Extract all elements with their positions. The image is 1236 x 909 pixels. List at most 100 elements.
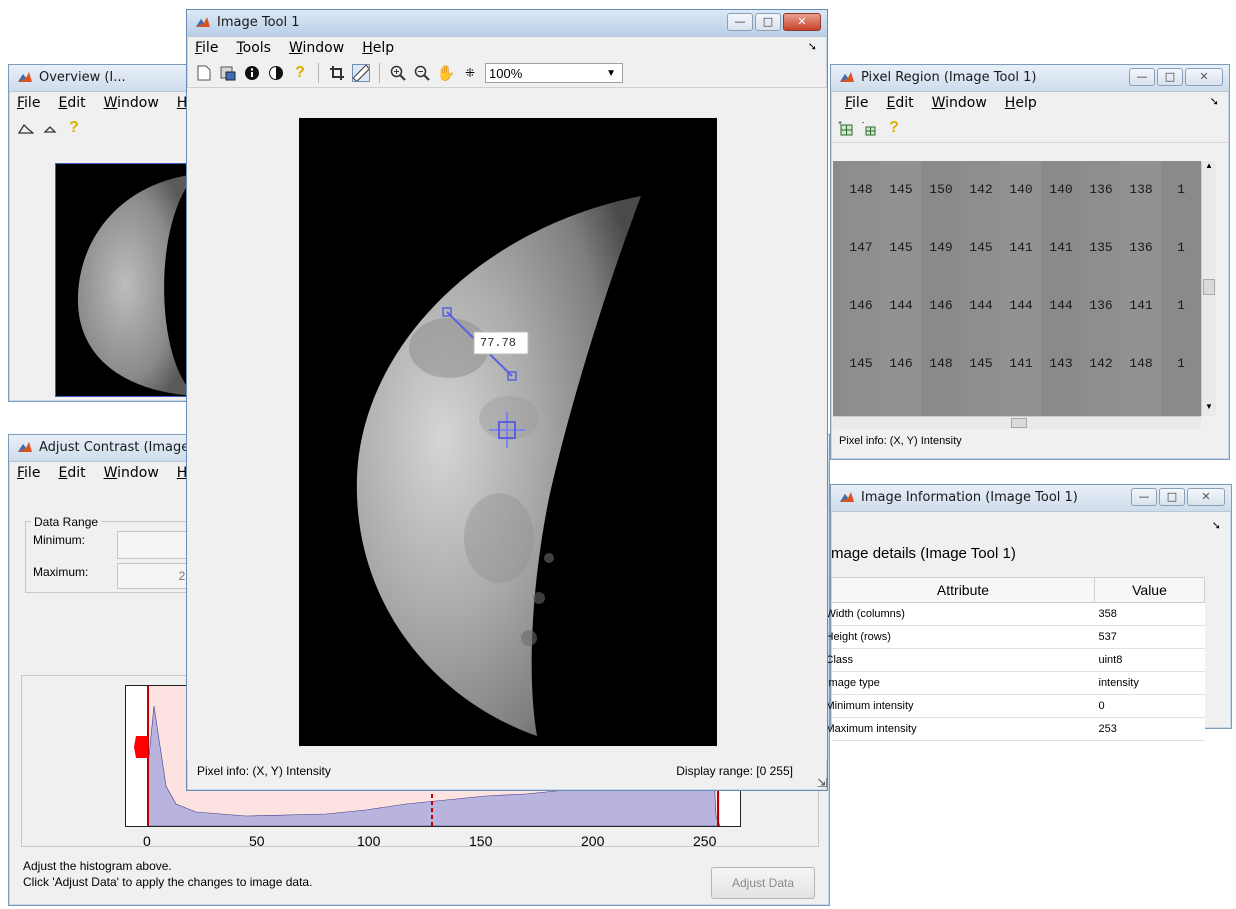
pixel-cell[interactable]: 145 [961, 219, 1001, 277]
menu-tools[interactable]: Tools [236, 40, 271, 56]
ruler-icon[interactable] [352, 64, 370, 82]
pixel-cell[interactable]: 144 [1001, 277, 1041, 335]
menu-window[interactable]: Window [932, 95, 987, 111]
pixel-cell[interactable]: 143 [1041, 335, 1081, 393]
column-attribute[interactable]: Attribute [831, 577, 1095, 603]
close-button[interactable]: ✕ [1185, 68, 1223, 86]
pixel-cell[interactable]: 148 [921, 335, 961, 393]
pixel-cell[interactable]: 148 [841, 393, 881, 416]
pixel-cell[interactable]: 141 [1001, 335, 1041, 393]
dock-arrow-icon[interactable]: ➘ [808, 40, 817, 53]
vertical-scroll-thumb[interactable] [1203, 279, 1215, 295]
menu-help[interactable]: Help [362, 40, 394, 56]
maximize-button[interactable]: □ [1157, 68, 1183, 86]
pixel-cell[interactable]: 141 [1121, 277, 1161, 335]
menu-edit[interactable]: Edit [886, 95, 913, 111]
pixel-cell[interactable]: 1 [1161, 393, 1201, 416]
info-icon[interactable] [243, 64, 261, 82]
pixel-cell[interactable]: 142 [1081, 335, 1121, 393]
help-icon[interactable]: ? [291, 64, 309, 82]
column-value[interactable]: Value [1094, 577, 1205, 603]
pixel-cell[interactable]: 135 [1081, 219, 1121, 277]
resize-grip-icon[interactable]: ⇲ [817, 776, 827, 790]
adjust-data-button[interactable]: Adjust Data [711, 867, 815, 899]
menu-edit[interactable]: Edit [58, 95, 85, 111]
pixel-region-titlebar[interactable]: Pixel Region (Image Tool 1) — □ ✕ [831, 65, 1229, 92]
horizontal-scroll-thumb[interactable] [1011, 418, 1027, 428]
pixel-cell[interactable]: 145 [881, 161, 921, 219]
pixel-cell[interactable]: 140 [1041, 161, 1081, 219]
pixel-cell[interactable]: 144 [961, 277, 1001, 335]
pixel-cell[interactable]: 1 [1161, 335, 1201, 393]
help-icon[interactable]: ? [885, 119, 903, 137]
pixel-cell[interactable]: 146 [921, 277, 961, 335]
collapse-grid-icon[interactable]: - [861, 119, 879, 137]
zoom-in-mountain-icon[interactable] [17, 119, 35, 137]
pixel-cell[interactable]: 138 [1121, 161, 1161, 219]
image-canvas[interactable]: 77.78 [187, 87, 827, 760]
expand-grid-icon[interactable]: + [837, 119, 855, 137]
pixel-cell[interactable]: 147 [841, 219, 881, 277]
pixel-cell[interactable]: 150 [921, 161, 961, 219]
pixel-cell[interactable]: 4 [833, 219, 841, 277]
pixel-cell[interactable]: 145 [961, 335, 1001, 393]
menu-file[interactable]: File [17, 465, 40, 481]
horizontal-scrollbar[interactable] [833, 416, 1201, 429]
minimum-field[interactable] [117, 531, 197, 559]
pixel-cell[interactable]: 136 [1121, 219, 1161, 277]
maximize-button[interactable]: □ [1159, 488, 1185, 506]
pixel-cell[interactable]: 145 [1041, 393, 1081, 416]
pixel-cell[interactable]: 146 [841, 277, 881, 335]
maximize-button[interactable]: □ [755, 13, 781, 31]
close-button[interactable]: ✕ [1187, 488, 1225, 506]
menu-help[interactable]: Help [1005, 95, 1037, 111]
pixel-cell[interactable]: 1 [1161, 277, 1201, 335]
menu-window[interactable]: Window [104, 95, 159, 111]
pixel-cell[interactable]: 150 [881, 393, 921, 416]
pixel-cell[interactable]: 144 [1041, 277, 1081, 335]
pixel-cell[interactable]: 141 [1041, 219, 1081, 277]
distance-label[interactable]: 77.78 [480, 336, 516, 350]
pan-hand-icon[interactable]: ✋ [437, 64, 456, 82]
zoom-out-icon[interactable] [413, 64, 431, 82]
pixel-cell[interactable]: 1 [1161, 219, 1201, 277]
zoom-level-select[interactable]: 100% ▼ [485, 63, 623, 83]
pixel-cell[interactable]: 148 [1121, 335, 1161, 393]
image-tool-titlebar[interactable]: Image Tool 1 — □ ✕ [187, 10, 827, 37]
image-information-window[interactable]: Image Information (Image Tool 1) — □ ✕ ➘… [826, 484, 1232, 741]
close-button[interactable]: ✕ [783, 13, 821, 31]
dock-arrow-icon[interactable]: ➘ [1212, 519, 1221, 532]
new-figure-icon[interactable] [195, 64, 213, 82]
menu-window[interactable]: Window [104, 465, 159, 481]
pixel-cell[interactable]: 141 [1001, 219, 1041, 277]
pixel-region-window[interactable]: Pixel Region (Image Tool 1) — □ ✕ File E… [830, 64, 1230, 460]
menu-file[interactable]: File [845, 95, 868, 111]
overview-window[interactable]: Overview (I... — File Edit Window H ? [8, 64, 239, 402]
pixel-cell[interactable]: 145 [961, 393, 1001, 416]
pixel-cell[interactable]: 136 [1081, 277, 1121, 335]
menu-edit[interactable]: Edit [58, 465, 85, 481]
menu-file[interactable]: File [17, 95, 40, 111]
vertical-scrollbar[interactable]: ▲ ▼ [1201, 161, 1216, 416]
crop-icon[interactable] [328, 64, 346, 82]
image-info-titlebar[interactable]: Image Information (Image Tool 1) — □ ✕ [831, 485, 1231, 512]
pixel-cell[interactable]: 150 [1081, 393, 1121, 416]
minimize-button[interactable]: — [1129, 68, 1155, 86]
pixel-cell[interactable]: 1 [833, 277, 841, 335]
minimize-button[interactable]: — [1131, 488, 1157, 506]
pixel-cell[interactable]: 1 [1161, 161, 1201, 219]
pixel-cell[interactable]: 145 [881, 219, 921, 277]
pixel-cell[interactable]: 149 [921, 393, 961, 416]
moon-image[interactable]: 77.78 [299, 118, 717, 746]
pixel-cell[interactable]: 1 [833, 161, 841, 219]
image-tool-window[interactable]: Image Tool 1 — □ ✕ File Tools Window Hel… [186, 9, 828, 791]
help-icon[interactable]: ? [65, 119, 83, 137]
pixel-cell[interactable]: 144 [1001, 393, 1041, 416]
pixel-region-icon[interactable]: ⁜ [461, 64, 479, 82]
maximum-field[interactable]: 25 [117, 563, 197, 589]
pixel-cell[interactable]: 146 [881, 335, 921, 393]
pixel-grid[interactable]: 1148145150142140140136138141471451491451… [833, 161, 1201, 416]
zoom-in-icon[interactable] [389, 64, 407, 82]
menu-window[interactable]: Window [289, 40, 344, 56]
overview-titlebar[interactable]: Overview (I... — [9, 65, 239, 92]
